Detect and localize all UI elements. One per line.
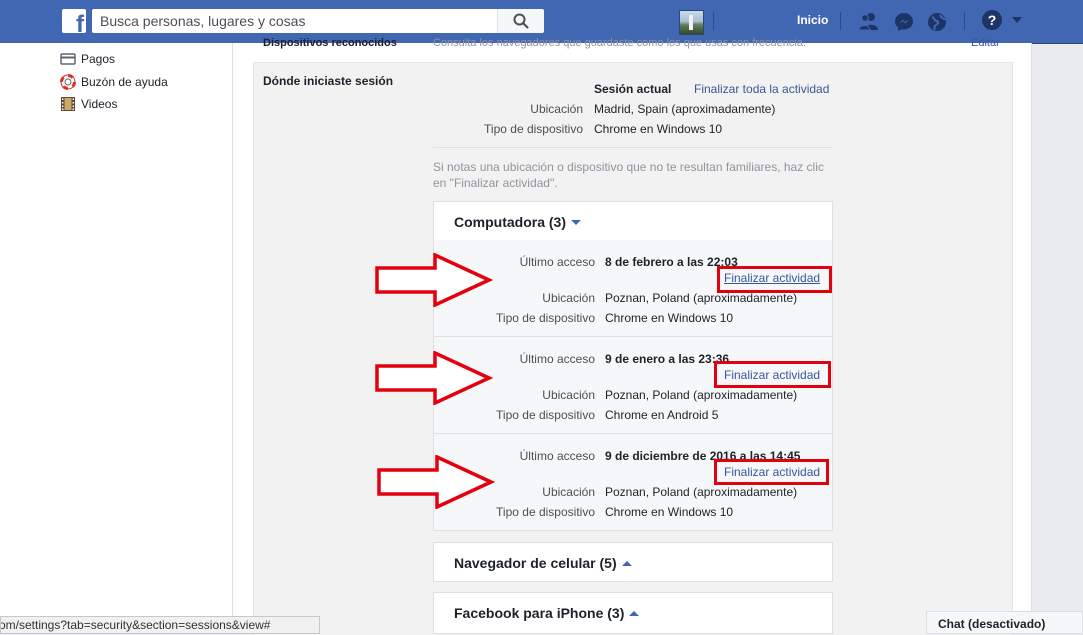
nav-separator: [713, 12, 714, 30]
group-title: Computadora (3): [454, 214, 581, 230]
chevron-up-icon: [621, 561, 632, 566]
current-location-value: Madrid, Spain (aproximadamente): [594, 102, 776, 116]
nav-separator: [840, 12, 841, 30]
notifications-globe-icon[interactable]: [926, 11, 948, 33]
search-input[interactable]: [92, 9, 500, 33]
help-icon[interactable]: ?: [982, 10, 1002, 30]
annotation-highlight-box: [714, 459, 829, 485]
annotation-highlight-box: [714, 361, 831, 388]
end-all-activity-link[interactable]: Finalizar toda la actividad: [694, 82, 829, 96]
sessions-section-title: Dónde iniciaste sesión: [263, 74, 394, 88]
group-title: Facebook para iPhone (3): [454, 605, 640, 621]
current-device-label: Tipo de dispositivo: [484, 122, 583, 136]
edit-link[interactable]: Editar: [971, 37, 1000, 49]
annotation-arrow-icon: [377, 455, 495, 509]
location-value: Poznan, Poland (aproximadamente): [605, 388, 798, 402]
payments-card-icon: [60, 53, 76, 65]
group-facebook-para-iphone-header[interactable]: Facebook para iPhone (3): [433, 592, 833, 634]
recognized-devices-title: Dispositivos reconocidos: [263, 37, 397, 49]
unfamiliar-activity-hint: Si notas una ubicación o dispositivo que…: [433, 160, 824, 190]
friends-icon[interactable]: [858, 11, 880, 33]
annotation-highlight-box: [717, 266, 832, 293]
divider: [433, 147, 833, 148]
sidebar-item-label: Buzón de ayuda: [81, 75, 168, 89]
browser-status-url: om/settings?tab=security&section=session…: [0, 616, 320, 634]
recognized-devices-description: Consulta los navegadores que guardaste c…: [433, 37, 807, 49]
search-icon: [513, 13, 529, 29]
sidebar-item-buzon-de-ayuda[interactable]: Buzón de ayuda: [60, 74, 168, 90]
current-device-value: Chrome en Windows 10: [594, 122, 723, 136]
film-icon: [61, 97, 75, 111]
location-value: Poznan, Poland (aproximadamente): [605, 291, 798, 305]
device-label: Tipo de dispositivo: [496, 408, 595, 422]
chevron-down-icon: [571, 220, 581, 225]
chat-sidebar-toggle[interactable]: Chat (desactivado): [926, 611, 1083, 634]
lifebuoy-icon: [60, 74, 76, 90]
last-access-value: 9 de enero a las 23:36: [605, 352, 730, 366]
current-session-label: Sesión actual: [594, 82, 672, 96]
device-label: Tipo de dispositivo: [496, 311, 595, 325]
annotation-arrow-icon: [375, 253, 493, 307]
home-link[interactable]: Inicio: [797, 13, 828, 27]
profile-avatar[interactable]: [679, 10, 704, 35]
facebook-logo-icon[interactable]: f: [62, 9, 86, 33]
group-computadora-header[interactable]: Computadora (3): [433, 201, 833, 241]
chevron-up-icon: [629, 611, 640, 616]
sidebar-item-label: Pagos: [81, 52, 116, 66]
sidebar-item-pagos[interactable]: Pagos: [60, 51, 115, 67]
device-value: Chrome en Windows 10: [605, 311, 734, 325]
nav-separator: [964, 12, 965, 30]
left-sidebar: Pagos Buzón de ayuda Videos: [0, 43, 233, 634]
current-location-label: Ubicación: [530, 102, 583, 116]
sidebar-item-videos[interactable]: Videos: [60, 96, 117, 112]
messenger-icon[interactable]: [893, 11, 915, 33]
location-value: Poznan, Poland (aproximadamente): [605, 485, 798, 499]
annotation-arrow-icon: [375, 351, 493, 405]
group-title: Navegador de celular (5): [454, 555, 632, 571]
group-navegador-de-celular-header[interactable]: Navegador de celular (5): [433, 542, 833, 582]
search-box: [92, 9, 544, 33]
device-value: Chrome en Windows 10: [605, 505, 734, 519]
account-menu-chevron-down-icon[interactable]: [1012, 17, 1022, 23]
device-value: Chrome en Android 5: [605, 408, 719, 422]
search-button[interactable]: [497, 9, 544, 33]
sidebar-item-label: Videos: [81, 97, 118, 111]
